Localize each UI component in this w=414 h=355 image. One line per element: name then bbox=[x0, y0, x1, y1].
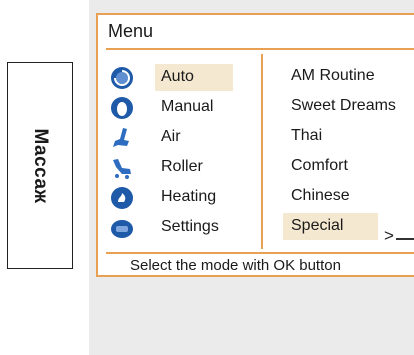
menu-item-label: Heating bbox=[161, 188, 217, 205]
submenu-item-label: AM Routine bbox=[291, 67, 375, 84]
submenu-item-label: Chinese bbox=[291, 187, 350, 204]
menu-title: Menu bbox=[108, 21, 154, 41]
menu-item-heating[interactable]: Heating bbox=[98, 184, 258, 212]
status-divider bbox=[106, 252, 414, 254]
menu-panel: Menu Auto Manual Air Roller Heating Sett… bbox=[96, 13, 414, 277]
settings-icon bbox=[109, 215, 135, 246]
menu-item-roller[interactable]: Roller bbox=[98, 154, 258, 182]
menu-item-settings[interactable]: Settings bbox=[98, 214, 258, 242]
menu-item-manual[interactable]: Manual bbox=[98, 94, 258, 122]
submenu-item-label: Special bbox=[291, 217, 344, 234]
side-label-box: Массаж bbox=[7, 62, 73, 269]
menu-item-label: Roller bbox=[161, 158, 203, 175]
roller-icon bbox=[109, 155, 135, 186]
submenu-item-comfort[interactable]: Comfort bbox=[283, 153, 408, 180]
submenu-item-label: Sweet Dreams bbox=[291, 97, 396, 114]
submenu-item-thai[interactable]: Thai bbox=[283, 123, 408, 150]
auto-icon bbox=[109, 65, 135, 96]
submenu-item-chinese[interactable]: Chinese bbox=[283, 183, 408, 210]
submenu-item-am-routine[interactable]: AM Routine bbox=[283, 63, 408, 90]
menu-item-label: Air bbox=[161, 128, 181, 145]
heating-icon bbox=[109, 185, 135, 216]
title-divider bbox=[106, 48, 414, 50]
side-label-text: Массаж bbox=[30, 127, 51, 204]
air-icon bbox=[109, 125, 135, 156]
column-divider bbox=[261, 54, 263, 249]
menu-item-auto[interactable]: Auto bbox=[98, 64, 258, 92]
menu-item-air[interactable]: Air bbox=[98, 124, 258, 152]
pointer-arrow-icon: > bbox=[384, 226, 394, 245]
status-text: Select the mode with OK button bbox=[130, 257, 341, 274]
pointer-line bbox=[396, 238, 414, 240]
submenu-item-label: Thai bbox=[291, 127, 323, 144]
submenu-item-special[interactable]: Special bbox=[283, 213, 378, 240]
submenu-item-sweet-dreams[interactable]: Sweet Dreams bbox=[283, 93, 408, 120]
manual-icon bbox=[109, 95, 135, 126]
menu-item-label: Manual bbox=[161, 98, 214, 115]
menu-item-label: Auto bbox=[155, 64, 233, 91]
menu-item-label: Settings bbox=[161, 218, 219, 235]
submenu-item-label: Comfort bbox=[291, 157, 348, 174]
